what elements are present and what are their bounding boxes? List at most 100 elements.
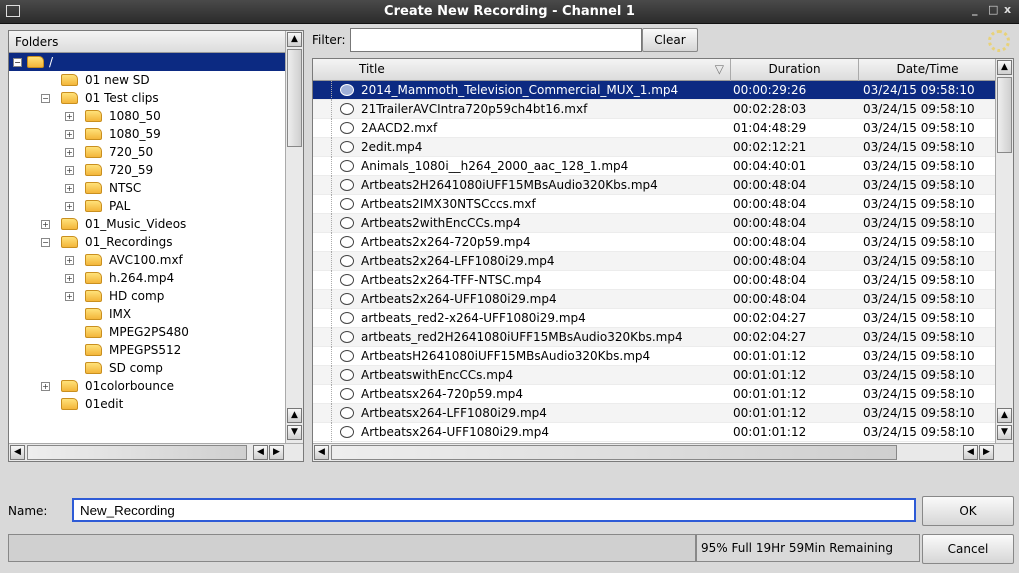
folder-tree-item[interactable]: +01colorbounce [9,377,285,395]
folder-label: HD comp [109,289,165,303]
table-row[interactable]: ArtbeatswithEncCCs.mp4 00:01:01:12 03/24/1… [313,366,997,385]
table-row[interactable]: artbeats_red2-x264-UFF1080i29.mp4 00:02:0… [313,309,997,328]
folder-tree-item[interactable]: 01 new SD [9,71,285,89]
folder-tree-item[interactable]: +720_50 [9,143,285,161]
folder-tree-item[interactable]: MPEG2PS480 [9,323,285,341]
table-row[interactable]: Artbeats2x264-TFF-NTSC.mp4 00:00:48:04 03/… [313,271,997,290]
cell-duration: 00:01:01:12 [733,387,807,401]
expand-icon[interactable]: + [65,274,74,283]
column-header-duration[interactable]: Duration [731,59,859,81]
folder-tree-item[interactable]: + PAL [9,197,285,215]
media-file-icon [340,331,354,343]
expand-icon[interactable]: + [65,184,74,193]
expand-icon[interactable]: + [65,148,74,157]
folder-tree-item[interactable]: + AVC100.mxf [9,251,285,269]
media-file-icon [340,103,354,115]
scroll-up-button[interactable]: ▲ [997,60,1012,75]
scroll-thumb[interactable] [287,49,302,147]
table-row[interactable]: 2AACD2.mxf 01:04:48:29 03/24/15 09:58:10 [313,119,997,138]
cell-title: Artbeats2x264-TFF-NTSC.mp4 [361,273,542,287]
folders-horizontal-scrollbar[interactable]: ◀ ◀ ▶ [9,443,303,461]
cell-duration: 00:00:48:04 [733,178,807,192]
table-row[interactable]: Artbeats2H2641080iUFF15MBsAudio320Kbs.mp… [313,176,997,195]
table-row[interactable]: Artbeats2x264-UFF1080i29.mp4 00:00:48:04 0… [313,290,997,309]
folder-tree-item[interactable]: MPEGPS512 [9,341,285,359]
folder-tree-item[interactable]: +01_Music_Videos [9,215,285,233]
scroll-down-button[interactable]: ▼ [997,425,1012,440]
collapse-icon[interactable]: − [13,58,22,67]
column-header-datetime[interactable]: Date/Time [859,59,997,81]
scroll-thumb[interactable] [27,445,247,460]
table-row[interactable]: Artbeats2withEncCCs.mp4 00:00:48:04 03/24/… [313,214,997,233]
filter-input[interactable] [350,28,642,52]
cell-datetime: 03/24/15 09:58:10 [863,216,975,230]
table-vertical-scrollbar[interactable]: ▲ ▲ ▼ [995,59,1013,443]
table-row[interactable]: Artbeatsx264-720p59.mp4 00:01:01:12 03/24/… [313,385,997,404]
ok-button[interactable]: OK [922,496,1014,526]
table-row[interactable]: 2edit.mp4 00:02:12:21 03/24/15 09:58:10 [313,138,997,157]
expand-icon[interactable]: + [65,112,74,121]
folder-tree-item[interactable]: SD comp [9,359,285,377]
minimize-button[interactable]: _ [972,3,978,16]
table-row[interactable]: Artbeats2x264-720p59.mp4 00:00:48:04 03/24… [313,233,997,252]
collapse-icon[interactable]: − [41,94,50,103]
folder-tree-item[interactable]: +1080_59 [9,125,285,143]
scroll-left-button[interactable]: ◀ [963,445,978,460]
close-button[interactable]: x [1004,3,1011,16]
expand-icon[interactable]: + [65,292,74,301]
folder-tree-item[interactable]: +720_59 [9,161,285,179]
folder-tree-item[interactable]: − 01_Recordings [9,233,285,251]
collapse-icon[interactable]: − [41,238,50,247]
recording-name-input[interactable] [72,498,916,522]
table-horizontal-scrollbar[interactable]: ◀ ◀ ▶ [313,443,1013,461]
folder-icon [85,362,102,374]
folder-tree-item[interactable]: IMX [9,305,285,323]
table-row[interactable]: artbeats_red2H2641080iUFF15MBsAudio320Kb… [313,328,997,347]
scroll-up-button[interactable]: ▲ [287,32,302,47]
cell-datetime: 03/24/15 09:58:10 [863,387,975,401]
scroll-right-button[interactable]: ▶ [269,445,284,460]
tree-guide [331,252,332,271]
cell-title: Artbeats2x264-720p59.mp4 [361,235,531,249]
table-row[interactable]: 2014_Mammoth_Television_Commercial_MUX_1… [313,81,997,100]
table-row[interactable]: Artbeatsx264-LFF1080i29.mp4 00:01:01:12 03… [313,404,997,423]
title-bar[interactable]: Create New Recording - Channel 1 _ □ x [0,0,1019,24]
scroll-up-button[interactable]: ▲ [997,408,1012,423]
table-row[interactable]: Artbeatsx264-UFF1080i29.mp4 00:01:01:12 03… [313,423,997,442]
column-header-title[interactable]: Title ▽ [313,59,731,81]
cell-duration: 00:02:04:27 [733,311,807,325]
maximize-button[interactable]: □ [988,3,998,16]
table-row[interactable]: 21TrailerAVCIntra720p59ch4bt16.mxf 00:02:… [313,100,997,119]
folder-tree-item[interactable]: − / [9,53,285,71]
scroll-right-button[interactable]: ▶ [979,445,994,460]
media-file-icon [340,255,354,267]
table-row[interactable]: Artbeats2x264-LFF1080i29.mp4 00:00:48:04 0… [313,252,997,271]
expand-icon[interactable]: + [65,130,74,139]
table-row[interactable]: Artbeats2IMX30NTSCccs.mxf 00:00:48:04 03/2… [313,195,997,214]
scroll-up-button[interactable]: ▲ [287,408,302,423]
folder-tree-item[interactable]: + HD comp [9,287,285,305]
scroll-thumb[interactable] [997,77,1012,153]
tree-guide [331,157,332,176]
folders-vertical-scrollbar[interactable]: ▲ ▲ ▼ [285,31,303,443]
scroll-left-button[interactable]: ◀ [10,445,25,460]
folder-tree-item[interactable]: + h.264.mp4 [9,269,285,287]
scroll-down-button[interactable]: ▼ [287,425,302,440]
expand-icon[interactable]: + [41,220,50,229]
expand-icon[interactable]: + [41,382,50,391]
expand-icon[interactable]: + [65,166,74,175]
expand-icon[interactable]: + [65,256,74,265]
table-row[interactable]: Animals_1080i__h264_2000_aac_128_1.mp4 00… [313,157,997,176]
folder-tree-item[interactable]: +1080_50 [9,107,285,125]
scroll-thumb[interactable] [331,445,897,460]
cancel-button[interactable]: Cancel [922,534,1014,564]
scroll-left-button[interactable]: ◀ [314,445,329,460]
folder-tree-item[interactable]: 01edit [9,395,285,413]
scroll-left-button[interactable]: ◀ [253,445,268,460]
clear-button[interactable]: Clear [642,28,698,52]
expand-icon[interactable]: + [65,202,74,211]
cell-duration: 00:01:01:12 [733,368,807,382]
folder-tree-item[interactable]: + NTSC [9,179,285,197]
table-row[interactable]: ArtbeatsH2641080iUFF15MBsAudio320Kbs.mp4… [313,347,997,366]
folder-tree-item[interactable]: − 01 Test clips [9,89,285,107]
